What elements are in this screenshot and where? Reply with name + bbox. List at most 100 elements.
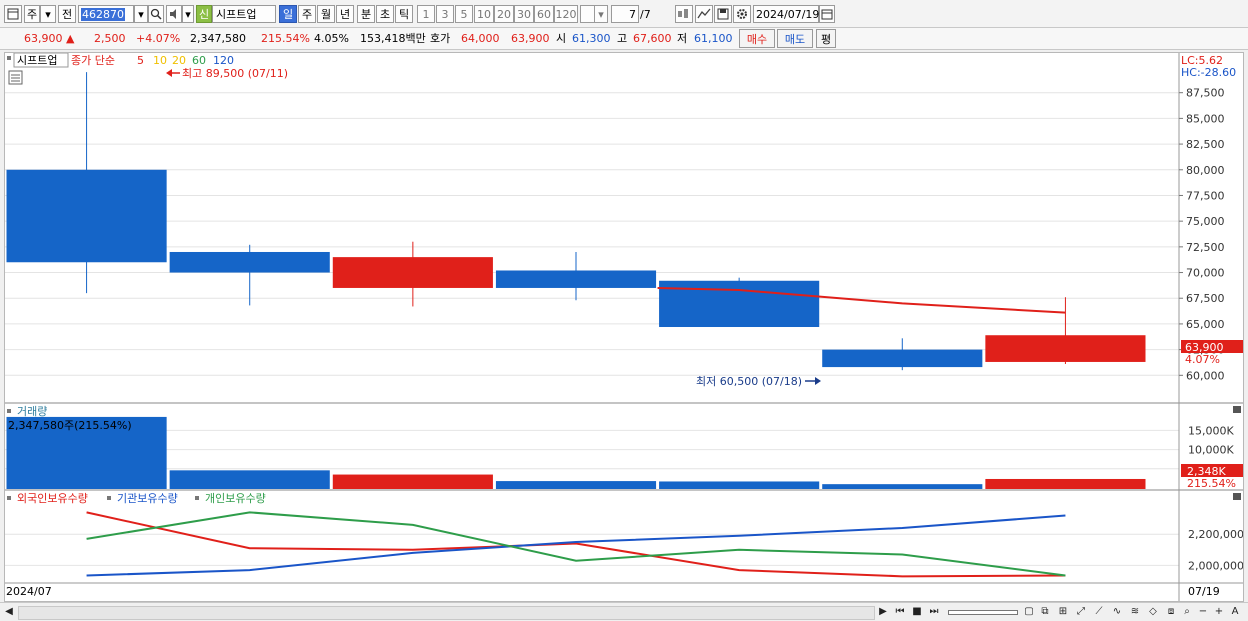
buy-button[interactable]: 매수 xyxy=(739,29,775,48)
ma-period-20: 20 xyxy=(172,54,186,67)
volume-y-tick-label: 10,000K xyxy=(1188,444,1234,457)
price-y-tick-label: 72,500 xyxy=(1186,241,1225,254)
save-icon[interactable] xyxy=(714,5,732,23)
candle-body xyxy=(822,349,983,368)
compare-icon[interactable] xyxy=(675,5,693,23)
zoom-icon[interactable]: ⌕ xyxy=(1180,604,1194,619)
chevron-down-icon[interactable]: ▾ xyxy=(40,5,56,23)
shape-tool-icon[interactable]: ◇ xyxy=(1146,604,1160,619)
layout-icon[interactable] xyxy=(4,5,22,23)
scroll-left-icon[interactable]: ◀ xyxy=(2,604,16,619)
price-y-tick-label: 80,000 xyxy=(1186,164,1225,177)
volume-bar xyxy=(985,478,1146,489)
high-label: 고 xyxy=(617,32,628,45)
chevron-down-icon[interactable]: ▾ xyxy=(594,5,608,23)
volume-last-pct: 215.54% xyxy=(1187,477,1236,490)
panel-handle-icon[interactable] xyxy=(7,56,11,60)
price-y-tick-label: 65,000 xyxy=(1186,318,1225,331)
tab-second[interactable]: 초 xyxy=(376,5,394,23)
tab-week[interactable]: 주 xyxy=(298,5,316,23)
volume-value: 2,347,580 xyxy=(190,32,246,45)
panel-close-icon[interactable] xyxy=(1233,406,1241,413)
tab-day[interactable]: 일 xyxy=(279,5,297,23)
minute-120[interactable]: 120 xyxy=(554,5,578,23)
chart-area[interactable]: 87,500 85,000 82,500 80,000 77,500 75,000 72,5… xyxy=(4,52,1244,602)
high-price: 67,600 xyxy=(633,32,672,45)
line-tool-icon[interactable]: ⟋ xyxy=(1092,604,1106,619)
first-page-icon[interactable]: ⏮ xyxy=(893,604,907,619)
minute-20[interactable]: 20 xyxy=(494,5,514,23)
high-annotation: 최고 89,500 (07/11) xyxy=(182,67,288,80)
minute-3[interactable]: 3 xyxy=(436,5,454,23)
auto-scale-icon[interactable]: A xyxy=(1228,604,1242,619)
price-y-tick-label: 60,000 xyxy=(1186,369,1225,382)
chevron-down-icon[interactable]: ▾ xyxy=(134,5,148,23)
legend-institution: 기관보유수량 xyxy=(117,492,178,505)
gear-icon[interactable] xyxy=(733,5,751,23)
trend-tool-icon[interactable]: ∿ xyxy=(1110,604,1124,619)
search-icon[interactable] xyxy=(148,5,164,23)
volume-ratio: 215.54% xyxy=(261,32,310,45)
hc-label: HC:-28.60 xyxy=(1181,66,1236,79)
minute-30[interactable]: 30 xyxy=(514,5,534,23)
cursor-tool-icon[interactable]: ⤢ xyxy=(1074,604,1088,619)
eval-button[interactable]: 평 xyxy=(816,29,836,48)
calendar-icon[interactable] xyxy=(819,5,835,23)
horizontal-scrollbar[interactable] xyxy=(18,606,875,620)
date-input[interactable]: 2024/07/19 xyxy=(753,5,819,23)
volume-info: 2,347,580주(215.54%) xyxy=(8,419,132,432)
stop-icon[interactable]: ■ xyxy=(910,604,924,619)
panel-handle-icon[interactable] xyxy=(7,496,11,500)
price-change-pct: +4.07% xyxy=(136,32,181,45)
price-y-tick-label: 70,000 xyxy=(1186,267,1225,280)
volume-bars-group xyxy=(6,416,1146,489)
zoom-slider[interactable] xyxy=(948,610,1018,615)
window-icon[interactable]: ▢ xyxy=(1022,604,1036,619)
grid-lines xyxy=(5,92,1179,566)
volume-title: 거래량 xyxy=(17,405,47,418)
candle-body xyxy=(985,335,1146,362)
chevron-down-icon[interactable]: ▾ xyxy=(182,5,194,23)
panel-handle-icon[interactable] xyxy=(7,409,11,413)
high-arrowhead-icon xyxy=(166,69,172,77)
fib-tool-icon[interactable]: ≋ xyxy=(1128,604,1142,619)
price-y-tick-label: 87,500 xyxy=(1186,87,1225,100)
period-select[interactable]: 주 xyxy=(24,5,40,23)
turnover-rate: 4.05% xyxy=(314,32,349,45)
speaker-icon[interactable] xyxy=(166,5,182,23)
layers-icon[interactable]: ⧈ xyxy=(1164,604,1178,619)
trade-amount: 153,418백만 xyxy=(360,32,426,45)
page-total: /7 xyxy=(640,8,651,21)
panel-close-icon[interactable] xyxy=(1233,493,1241,500)
ma-period-10: 10 xyxy=(153,54,167,67)
hoga-bid: 63,900 xyxy=(511,32,550,45)
x-axis-left-date: 2024/07 xyxy=(6,585,52,598)
last-page-icon[interactable]: ⏭ xyxy=(927,604,941,619)
tab-year[interactable]: 년 xyxy=(336,5,354,23)
minute-10[interactable]: 10 xyxy=(474,5,494,23)
candle-body xyxy=(495,270,657,288)
grid-icon[interactable]: ⊞ xyxy=(1056,604,1070,619)
copy-icon[interactable]: ⧉ xyxy=(1038,604,1052,619)
code-input[interactable]: 462870 xyxy=(78,5,134,23)
prev-button[interactable]: 전 xyxy=(58,5,76,23)
sell-button[interactable]: 매도 xyxy=(777,29,813,48)
last-pct-tag: 4.07% xyxy=(1185,353,1220,366)
minute-1[interactable]: 1 xyxy=(417,5,435,23)
holding-y-tick-label: 2,200,000 xyxy=(1188,528,1243,541)
holding-lines-group xyxy=(86,511,1066,578)
volume-y-tick-label: 15,000K xyxy=(1188,424,1234,437)
price-y-tick-label: 67,500 xyxy=(1186,292,1225,305)
draw-tool-icon[interactable] xyxy=(695,5,713,23)
tab-month[interactable]: 월 xyxy=(317,5,335,23)
page-count-input[interactable]: 7 xyxy=(611,5,639,23)
minute-60[interactable]: 60 xyxy=(534,5,554,23)
zoom-in-icon[interactable]: + xyxy=(1212,604,1226,619)
zoom-out-icon[interactable]: − xyxy=(1196,604,1210,619)
tab-tick[interactable]: 틱 xyxy=(395,5,413,23)
scroll-right-icon[interactable]: ▶ xyxy=(876,604,890,619)
minute-5[interactable]: 5 xyxy=(455,5,473,23)
price-y-tick-label: 75,000 xyxy=(1186,215,1225,228)
tab-minute[interactable]: 분 xyxy=(357,5,375,23)
chart-svg[interactable]: 87,500 85,000 82,500 80,000 77,500 75,000 72,5… xyxy=(5,52,1244,601)
